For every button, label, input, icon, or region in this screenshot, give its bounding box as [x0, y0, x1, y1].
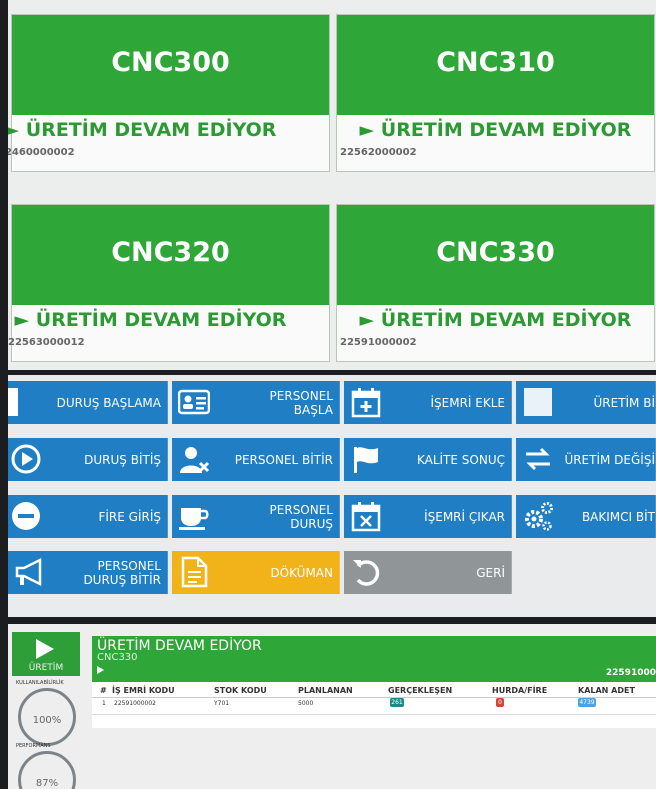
row-order-code: 22591000002	[114, 700, 156, 707]
play-circle-icon	[11, 444, 41, 474]
machine-order-number: 22460000002	[8, 147, 75, 158]
durus-bitis-button[interactable]: DURUŞ BİTİŞ	[8, 438, 168, 481]
side-label: ÜRETİM	[28, 663, 64, 673]
machine-name: CNC320	[111, 237, 230, 268]
gears-icon	[525, 502, 553, 531]
machine-order-number: 22591000002	[340, 337, 417, 348]
machine-overview-screen: CNC300 ► ÜRETİM DEVAM EDİYOR 22460000002…	[8, 0, 656, 370]
row-planned: 5000	[298, 700, 314, 707]
button-label: DURUŞ BİTİŞ	[84, 452, 161, 467]
user-remove-icon	[180, 447, 210, 473]
machine-tile-cnc310[interactable]: CNC310 ► ÜRETİM DEVAM EDİYOR 22562000002	[336, 14, 655, 172]
column-header: KALAN ADET	[578, 686, 635, 695]
personel-durus-bitir-button[interactable]: PERSONEL DURUŞ BİTİR	[8, 551, 168, 594]
column-header: GERÇEKLEŞEN	[388, 686, 453, 695]
button-label: İŞEMRİ EKLE	[430, 395, 505, 410]
isemri-ekle-button[interactable]: İŞEMRİ EKLE	[344, 381, 512, 424]
action-buttons-screen: DURUŞ BAŞLAMA PERSONEL BAŞLA İŞEMRİ EKLE…	[8, 375, 656, 617]
personel-basla-button[interactable]: PERSONEL BAŞLA	[172, 381, 340, 424]
play-icon	[36, 639, 54, 659]
play-small-icon	[97, 666, 104, 674]
machine-name: CNC330	[436, 237, 555, 268]
pause-icon	[8, 388, 18, 416]
button-label: DURUŞ BAŞLAMA	[56, 395, 161, 410]
availability-label: KULLANILABİLİRLİK	[16, 680, 64, 686]
button-label: GERİ	[476, 565, 505, 580]
swap-icon	[526, 447, 550, 471]
calendar-add-icon	[351, 388, 381, 418]
button-label: KALİTE SONUÇ	[416, 452, 505, 467]
production-panel: ÜRETİM DEVAM EDİYOR CNC330 22591000 # İŞ…	[92, 636, 656, 728]
table-bottom-divider	[92, 714, 656, 715]
machine-tile-cnc330[interactable]: CNC330 ► ÜRETİM DEVAM EDİYOR 22591000002	[336, 204, 655, 362]
button-label: BAKIMCI BİT	[581, 509, 655, 524]
geri-button[interactable]: GERİ	[344, 551, 512, 594]
availability-value: 100%	[32, 715, 62, 726]
personel-durus-button[interactable]: PERSONEL DURUŞ	[172, 495, 340, 538]
production-detail-screen: ÜRETİM KULLANILABİLİRLİK 100% PERFORMANS…	[8, 624, 656, 789]
machine-name: CNC300	[111, 47, 230, 78]
production-status-box[interactable]: ÜRETİM	[12, 632, 80, 676]
button-label: DÖKÜMAN	[270, 565, 333, 580]
availability-gauge: 100%	[18, 688, 76, 746]
coffee-cup-icon	[179, 508, 209, 530]
machine-tile-cnc320[interactable]: CNC320 ► ÜRETİM DEVAM EDİYOR 22563000012	[8, 204, 330, 362]
column-header: İŞ EMRİ KODU	[112, 686, 175, 695]
column-header: STOK KODU	[214, 686, 267, 695]
uretim-bitir-button[interactable]: ÜRETİM Bİ	[516, 381, 656, 424]
uretim-degisim-button[interactable]: ÜRETİM DEĞİŞİ	[516, 438, 656, 481]
machine-status: ► ÜRETİM DEVAM EDİYOR	[359, 309, 632, 331]
performance-label: PERFORMANS	[16, 743, 51, 749]
button-label: İŞEMRİ ÇIKAR	[424, 509, 505, 524]
flag-icon	[354, 447, 378, 473]
column-header: HURDA/FİRE	[492, 686, 548, 695]
button-label: PERSONEL DURUŞ	[269, 502, 333, 531]
dokuman-button[interactable]: DÖKÜMAN	[172, 551, 340, 594]
realized-badge: 261	[390, 698, 404, 707]
machine-order-number: 22562000002	[340, 147, 417, 158]
performance-gauge: 87%	[18, 751, 76, 789]
machine-order-number: 22563000012	[8, 337, 85, 348]
id-card-icon	[178, 389, 210, 415]
column-header: #	[100, 686, 107, 695]
stop-icon	[524, 388, 552, 416]
column-header: PLANLANAN	[298, 686, 353, 695]
machine-status: ► ÜRETİM DEVAM EDİYOR	[8, 119, 277, 141]
machine-tile-cnc300[interactable]: CNC300 ► ÜRETİM DEVAM EDİYOR 22460000002	[8, 14, 330, 172]
fire-giris-button[interactable]: FİRE GİRİŞ	[8, 495, 168, 538]
machine-name: CNC310	[436, 47, 555, 78]
calendar-remove-icon	[351, 502, 381, 532]
machine-status: ► ÜRETİM DEVAM EDİYOR	[14, 309, 287, 331]
personel-bitir-button[interactable]: PERSONEL BİTİR	[172, 438, 340, 481]
isemri-cikar-button[interactable]: İŞEMRİ ÇIKAR	[344, 495, 512, 538]
table-divider	[92, 697, 656, 698]
minus-circle-icon	[12, 502, 40, 530]
button-label: PERSONEL BAŞLA	[269, 388, 333, 417]
button-label: ÜRETİM Bİ	[593, 395, 655, 410]
button-label: FİRE GİRİŞ	[98, 509, 161, 524]
button-label: PERSONEL DURUŞ BİTİR	[83, 558, 161, 587]
undo-icon	[353, 560, 380, 586]
document-icon	[181, 556, 208, 588]
button-label: ÜRETİM DEĞİŞİ	[564, 452, 655, 467]
production-machine: CNC330	[97, 652, 138, 663]
durus-baslama-button[interactable]: DURUŞ BAŞLAMA	[8, 381, 168, 424]
button-label: PERSONEL BİTİR	[234, 452, 333, 467]
production-header: ÜRETİM DEVAM EDİYOR CNC330 22591000	[92, 636, 656, 682]
bakimci-bitir-button[interactable]: BAKIMCI BİT	[516, 495, 656, 538]
performance-value: 87%	[35, 778, 59, 789]
row-index: 1	[102, 700, 106, 707]
row-stock-code: Y701	[214, 700, 230, 707]
machine-status: ► ÜRETİM DEVAM EDİYOR	[359, 119, 632, 141]
megaphone-icon	[15, 557, 42, 587]
scrap-badge: 0	[496, 698, 504, 707]
production-order-number: 22591000	[605, 668, 656, 678]
remaining-badge: 4739	[578, 698, 596, 707]
kalite-sonuc-button[interactable]: KALİTE SONUÇ	[344, 438, 512, 481]
